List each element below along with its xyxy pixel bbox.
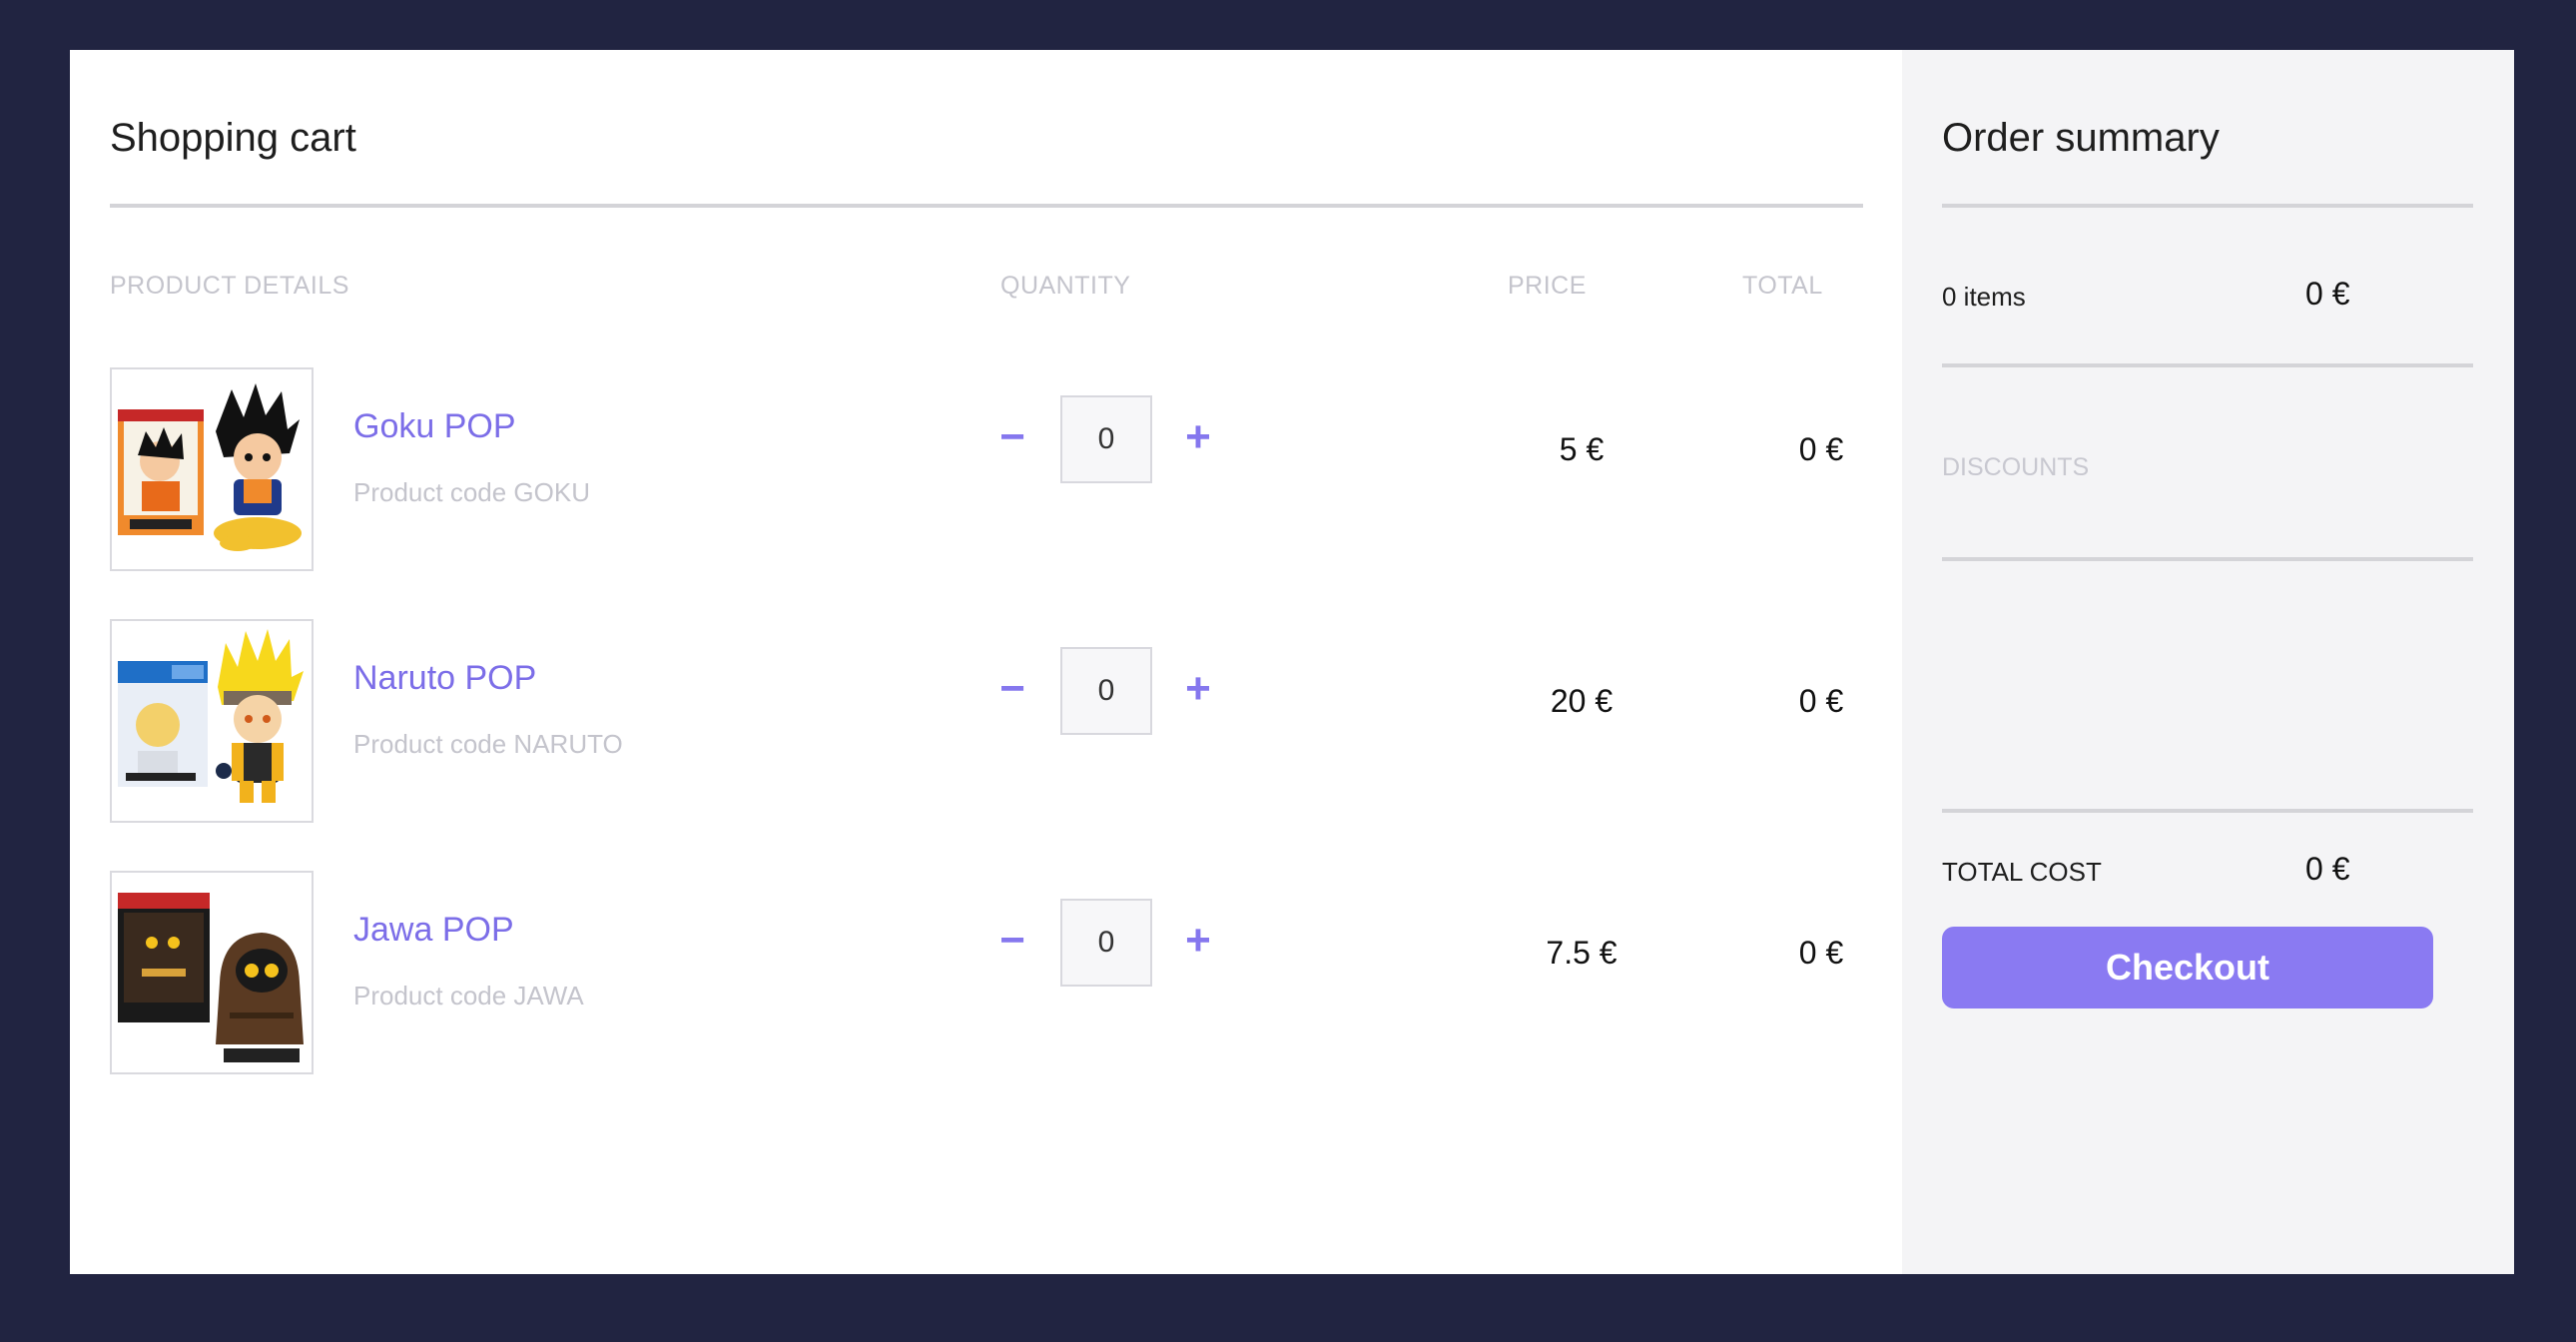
summary-title-divider (1942, 204, 2473, 208)
total-divider (1942, 809, 2473, 813)
checkout-button[interactable]: Checkout (1942, 927, 2433, 1008)
product-image-goku (110, 367, 314, 571)
product-code: Product code JAWA (353, 981, 584, 1010)
goku-figure-icon (118, 383, 302, 551)
shopping-cart-panel: Shopping cart PRODUCT DETAILS QUANTITY P… (70, 50, 1902, 1274)
item-total: 0 € (1798, 683, 1844, 719)
item-price: 5 € (1559, 431, 1605, 467)
product-name-link[interactable]: Goku POP (353, 407, 516, 446)
items-count-label: 0 items (1942, 282, 2026, 312)
naruto-figure-icon (118, 629, 304, 803)
increase-quantity-button[interactable]: + (1178, 667, 1218, 711)
cart-item-row: Jawa POP Product code JAWA − + 7.5 € 0 € (110, 871, 1867, 1074)
column-header-price: PRICE (1508, 272, 1587, 300)
cart-item-row: Goku POP Product code GOKU − + 5 € 0 € (110, 367, 1867, 571)
items-subtotal-value: 0 € (2305, 276, 2350, 312)
increase-quantity-button[interactable]: + (1178, 415, 1218, 459)
quantity-input[interactable] (1060, 395, 1152, 483)
total-cost-value: 0 € (2305, 851, 2350, 887)
cart-item-row: Naruto POP Product code NARUTO − + 20 € … (110, 619, 1867, 823)
product-name-link[interactable]: Jawa POP (353, 911, 514, 950)
product-image-naruto (110, 619, 314, 823)
order-summary-panel: Order summary 0 items 0 € DISCOUNTS TOTA… (1902, 50, 2514, 1274)
product-name-link[interactable]: Naruto POP (353, 659, 536, 698)
item-total: 0 € (1798, 935, 1844, 971)
increase-quantity-button[interactable]: + (1178, 919, 1218, 963)
decrease-quantity-button[interactable]: − (992, 919, 1032, 963)
item-price: 20 € (1550, 683, 1613, 719)
jawa-figure-icon (118, 893, 304, 1062)
column-header-total: TOTAL (1742, 272, 1823, 300)
items-divider (1942, 363, 2473, 367)
discounts-label: DISCOUNTS (1942, 453, 2090, 481)
cart-title: Shopping cart (110, 116, 356, 160)
cart-card: Shopping cart PRODUCT DETAILS QUANTITY P… (70, 50, 2514, 1274)
quantity-input[interactable] (1060, 899, 1152, 987)
total-cost-label: TOTAL COST (1942, 857, 2102, 887)
discounts-divider (1942, 557, 2473, 561)
column-header-product-details: PRODUCT DETAILS (110, 272, 349, 300)
column-header-quantity: QUANTITY (1000, 272, 1131, 300)
item-price: 7.5 € (1546, 935, 1617, 971)
item-total: 0 € (1798, 431, 1844, 467)
decrease-quantity-button[interactable]: − (992, 667, 1032, 711)
product-image-jawa (110, 871, 314, 1074)
product-code: Product code GOKU (353, 477, 590, 507)
summary-title: Order summary (1942, 116, 2220, 160)
decrease-quantity-button[interactable]: − (992, 415, 1032, 459)
product-code: Product code NARUTO (353, 729, 623, 759)
cart-title-divider (110, 204, 1863, 208)
quantity-input[interactable] (1060, 647, 1152, 735)
